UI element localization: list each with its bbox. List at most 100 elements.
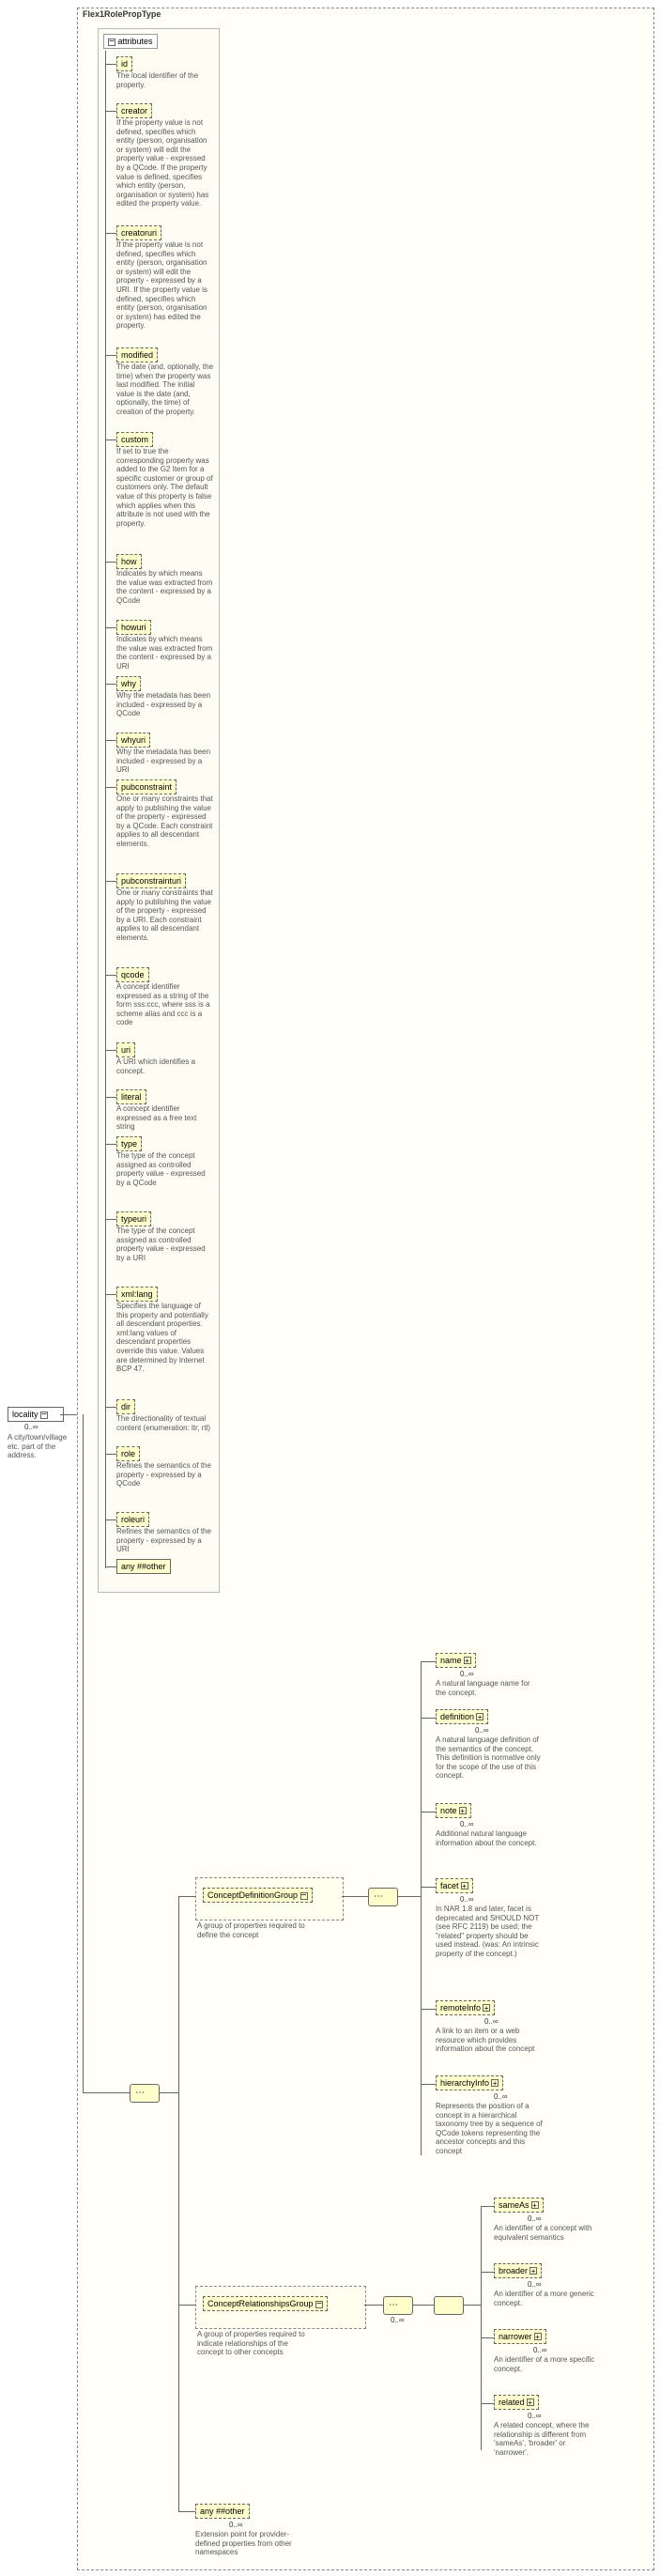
desc-broader: An identifier of a more generic concept. (494, 2290, 597, 2307)
attr-why-desc: Why the metadata has been included - exp… (116, 691, 214, 718)
child-note: note+ (436, 1803, 471, 1818)
crel-node: ConceptRelationshipsGroup − (203, 2296, 328, 2311)
card-hierarchyinfo: 0..∞ (494, 2092, 508, 2101)
cdef-node: ConceptDefinitionGroup − (203, 1888, 313, 1903)
desc-sameas: An identifier of a concept with equivale… (494, 2224, 597, 2242)
attr-anyother: any ##other (116, 1559, 171, 1574)
desc-remoteinfo: A link to an item or a web resource whic… (436, 2027, 545, 2054)
attr-why: why (116, 676, 141, 691)
locality-node: locality − (8, 1407, 64, 1422)
attr-pubconstrainturi: pubconstrainturi (116, 873, 186, 888)
card-facet: 0..∞ (460, 1895, 474, 1904)
minus-icon[interactable]: − (315, 2301, 323, 2308)
attr-uri: uri (116, 1042, 135, 1057)
attr-qcode: qcode (116, 967, 149, 982)
attr-custom: custom (116, 432, 153, 447)
attr-whyuri-desc: Why the metadata has been included - exp… (116, 748, 214, 775)
attr-creatoruri-desc: If the property value is not defined, sp… (116, 240, 214, 331)
child-facet: facet+ (436, 1878, 473, 1893)
desc-related: A related concept, where the relationshi… (494, 2421, 597, 2457)
attr-xmllang-desc: Specifies the language of this property … (116, 1302, 214, 1374)
seq-crel: ⋯ (383, 2296, 413, 2315)
card-note: 0..∞ (460, 1820, 474, 1828)
desc-facet: In NAR 1.8 and later, facet is deprecate… (436, 1905, 545, 1959)
minus-icon[interactable]: − (108, 39, 115, 46)
attrs-header: − attributes (103, 34, 158, 49)
card-ext: 0..∞ (229, 2521, 243, 2529)
locality-desc: A city/town/village etc. part of the add… (8, 1433, 81, 1460)
expand-icon[interactable]: + (491, 2079, 499, 2087)
ext-anyother: any ##other (195, 2504, 250, 2519)
child-name: name+ (436, 1653, 476, 1668)
attr-uri-desc: A URI which identifies a concept. (116, 1057, 214, 1075)
attr-type: type (116, 1136, 142, 1151)
desc-ext: Extension point for provider-defined pro… (195, 2530, 308, 2557)
expand-icon[interactable]: + (531, 2201, 539, 2209)
attr-roleuri: roleuri (116, 1512, 149, 1527)
minus-icon[interactable]: − (300, 1892, 308, 1900)
attr-qcode-desc: A concept identifier expressed as a stri… (116, 982, 214, 1027)
expand-icon[interactable]: + (483, 2004, 490, 2012)
attr-creator-desc: If the property value is not defined, sp… (116, 118, 214, 208)
card-remoteinfo: 0..∞ (484, 2017, 499, 2026)
locality-card: 0..∞ (24, 1423, 38, 1431)
card-broader: 0..∞ (528, 2280, 542, 2289)
attr-pubconstraint: pubconstraint (116, 779, 177, 794)
attr-typeuri-desc: The type of the concept assigned as cont… (116, 1226, 214, 1262)
collapse-icon[interactable]: − (40, 1411, 48, 1419)
desc-name: A natural language name for the concept. (436, 1679, 539, 1697)
child-remoteinfo: remoteInfo+ (436, 2000, 495, 2015)
card-name: 0..∞ (460, 1670, 474, 1678)
attr-role: role (116, 1446, 140, 1461)
attr-literal: literal (116, 1089, 146, 1104)
attr-how-desc: Indicates by which means the value was e… (116, 569, 214, 605)
child-sameas: sameAs+ (494, 2198, 544, 2213)
desc-hierarchyinfo: Represents the position of a concept in … (436, 2102, 545, 2156)
child-hierarchyinfo: hierarchyInfo+ (436, 2075, 503, 2090)
card-sameas: 0..∞ (528, 2214, 542, 2223)
seq-main: ⋯ (130, 2084, 160, 2103)
attr-pubconstrainturi-desc: One or many constraints that apply to pu… (116, 888, 214, 943)
flex1-title: Flex1RolePropType (83, 9, 161, 19)
attr-how: how (116, 554, 142, 569)
seq-cdef: ⋯ (368, 1888, 398, 1906)
attr-whyuri: whyuri (116, 733, 150, 748)
attr-role-desc: Refines the semantics of the property - … (116, 1461, 214, 1489)
crel-desc: A group of properties required to indica… (197, 2330, 310, 2357)
attr-dir: dir (116, 1399, 135, 1414)
expand-icon[interactable]: + (476, 1713, 483, 1720)
card-seq-crel: 0..∞ (391, 2316, 405, 2324)
child-broader: broader+ (494, 2263, 542, 2278)
child-definition: definition+ (436, 1709, 488, 1724)
card-definition: 0..∞ (475, 1726, 489, 1735)
attr-howuri: howuri (116, 620, 151, 635)
cdef-desc: A group of properties required to define… (197, 1921, 310, 1939)
attr-modified-desc: The date (and, optionally, the time) whe… (116, 362, 214, 417)
attr-creatoruri: creatoruri (116, 225, 161, 240)
desc-narrower: An identifier of a more specific concept… (494, 2355, 597, 2373)
choice-crel (434, 2296, 464, 2315)
expand-icon[interactable]: + (527, 2399, 534, 2406)
desc-note: Additional natural language information … (436, 1829, 541, 1847)
card-related: 0..∞ (528, 2412, 542, 2420)
attr-howuri-desc: Indicates by which means the value was e… (116, 635, 214, 671)
card-narrower: 0..∞ (533, 2346, 547, 2354)
attr-creator: creator (116, 103, 152, 118)
desc-definition: A natural language definition of the sem… (436, 1735, 541, 1781)
attr-typeuri: typeuri (116, 1211, 151, 1226)
attr-type-desc: The type of the concept assigned as cont… (116, 1151, 214, 1187)
locality-label: locality (12, 1410, 38, 1419)
attr-dir-desc: The directionality of textual content (e… (116, 1414, 214, 1432)
attr-modified: modified (116, 347, 158, 362)
expand-icon[interactable]: + (464, 1657, 471, 1664)
attr-roleuri-desc: Refines the semantics of the property - … (116, 1527, 214, 1554)
attr-custom-desc: If set to true the corresponding propert… (116, 447, 214, 528)
child-related: related+ (494, 2395, 539, 2410)
attr-pubconstraint-desc: One or many constraints that apply to pu… (116, 794, 214, 849)
expand-icon[interactable]: + (530, 2267, 537, 2275)
expand-icon[interactable]: + (534, 2333, 542, 2340)
expand-icon[interactable]: + (461, 1882, 468, 1890)
child-narrower: narrower+ (494, 2329, 546, 2344)
expand-icon[interactable]: + (459, 1807, 467, 1814)
attrs-title: attributes (118, 37, 153, 46)
